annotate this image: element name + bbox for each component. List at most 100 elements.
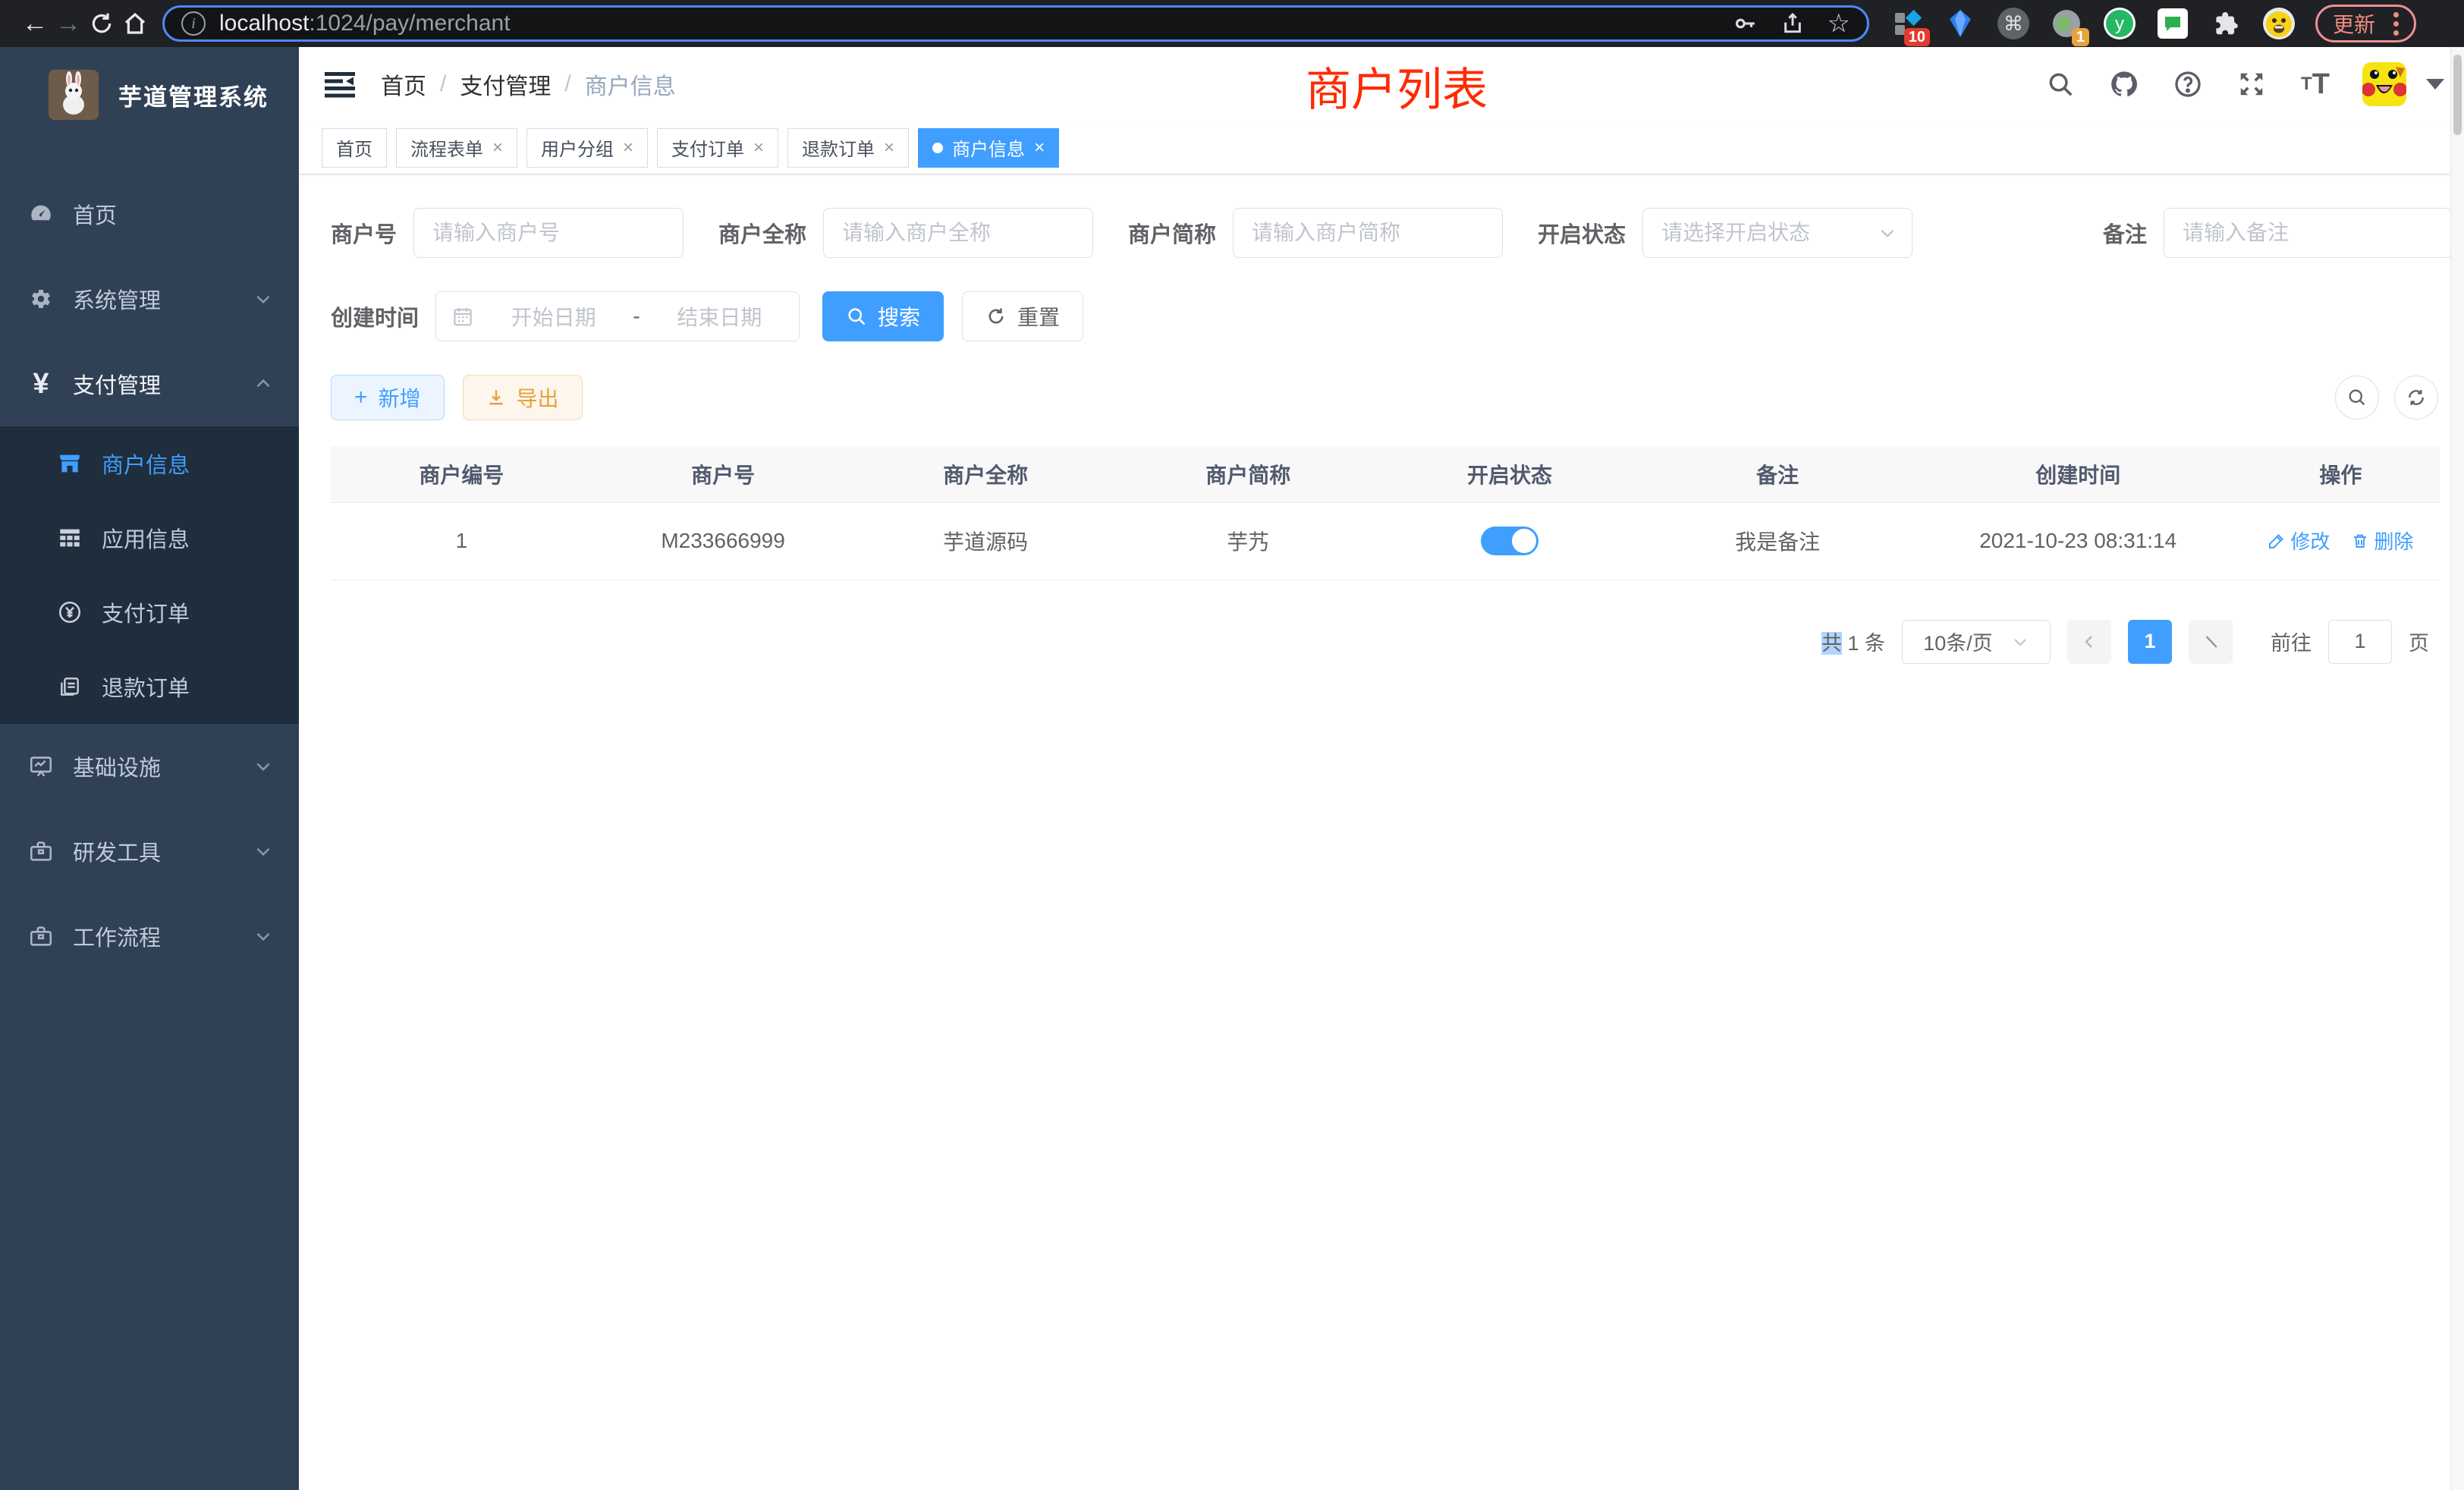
help-icon[interactable]	[2171, 68, 2205, 101]
gem-extension-icon[interactable]	[1944, 7, 1977, 40]
close-icon[interactable]: ×	[1034, 137, 1045, 159]
forward-icon[interactable]: →	[52, 7, 85, 40]
scrollbar-thumb[interactable]	[2453, 55, 2462, 135]
address-bar[interactable]: i localhost:1024/pay/merchant ☆	[162, 5, 1869, 42]
page-scrollbar[interactable]	[2450, 47, 2464, 1490]
tab-merchant-info[interactable]: 商户信息×	[918, 128, 1059, 168]
sidebar-menu: 首页 系统管理 ¥ 支付管理	[0, 143, 299, 979]
search-icon[interactable]	[2044, 68, 2077, 101]
github-icon[interactable]	[2107, 68, 2141, 101]
remark-input[interactable]	[2164, 208, 2452, 258]
page-1-button[interactable]: 1	[2128, 620, 2172, 664]
tags-view-bar: 首页 流程表单× 用户分组 × 支付订单× 退款订单× 商户信息×	[299, 121, 2464, 174]
sidebar-item-devtools[interactable]: 研发工具	[0, 809, 299, 894]
bookmark-star-icon[interactable]: ☆	[1828, 8, 1850, 39]
share-icon[interactable]	[1780, 11, 1805, 36]
status-select[interactable]	[1642, 208, 1912, 258]
extensions-puzzle-icon[interactable]	[2209, 7, 2242, 40]
table-header-row: 商户编号 商户号 商户全称 商户简称 开启状态 备注 创建时间 操作	[331, 446, 2440, 502]
pagination-total: 共 1 条	[1821, 627, 1885, 656]
create-time-range-input[interactable]: 开始日期 - 结束日期	[435, 291, 800, 341]
prev-page-button[interactable]	[2067, 620, 2111, 664]
tab-pay-order[interactable]: 支付订单×	[657, 128, 778, 168]
tab-process-form[interactable]: 流程表单×	[396, 128, 517, 168]
full-name-input[interactable]	[823, 208, 1093, 258]
sidebar-item-label: 支付订单	[102, 596, 190, 628]
cell-merchant-id: 1	[331, 502, 592, 580]
export-button[interactable]: 导出	[463, 375, 583, 420]
delete-link[interactable]: 删除	[2351, 527, 2413, 555]
sidebar-item-app-info[interactable]: 应用信息	[0, 501, 299, 575]
close-icon[interactable]: ×	[623, 137, 633, 159]
command-extension-icon[interactable]: ⌘	[1997, 7, 2030, 40]
pagination: 共 1 条 10条/页 1 前往 页	[331, 620, 2452, 664]
end-date-placeholder: 结束日期	[655, 301, 784, 332]
sidebar-item-infra[interactable]: 基础设施	[0, 724, 299, 809]
breadcrumb-current: 商户信息	[585, 68, 676, 101]
breadcrumb-home[interactable]: 首页	[381, 68, 426, 101]
shop-icon	[55, 451, 85, 476]
sidebar: 芋道管理系统 首页 系统管理	[0, 47, 299, 1490]
emoji-profile-icon[interactable]	[2262, 7, 2296, 40]
refresh-table-icon[interactable]	[2394, 376, 2438, 420]
fullscreen-icon[interactable]	[2235, 68, 2268, 101]
reload-icon[interactable]	[85, 7, 118, 40]
toggle-search-icon[interactable]	[2335, 376, 2379, 420]
merchant-no-input[interactable]	[413, 208, 684, 258]
status-toggle[interactable]	[1481, 527, 1538, 555]
collapse-sidebar-icon[interactable]	[319, 63, 361, 105]
add-button[interactable]: + 新增	[331, 375, 445, 420]
sidebar-item-label: 工作流程	[73, 920, 161, 952]
sidebar-item-pay-order[interactable]: 支付订单	[0, 575, 299, 649]
goto-page-input[interactable]	[2328, 620, 2392, 664]
page-unit-label: 页	[2409, 627, 2429, 656]
app-title: 芋道管理系统	[118, 78, 269, 112]
url-path: :1024/pay/merchant	[309, 11, 510, 36]
tab-user-group[interactable]: 用户分组 ×	[526, 128, 648, 168]
table-row: 1 M233666999 芋道源码 芋艿 我是备注 2021-10-23 08:…	[331, 502, 2440, 580]
sidebar-item-system[interactable]: 系统管理	[0, 256, 299, 341]
close-icon[interactable]: ×	[884, 137, 894, 159]
user-avatar-pikachu[interactable]	[2362, 62, 2406, 106]
extension-badge: 10	[1904, 28, 1930, 46]
active-dot-icon	[932, 143, 943, 153]
sidebar-item-home[interactable]: 首页	[0, 171, 299, 256]
reset-button[interactable]: 重置	[962, 291, 1083, 341]
edit-link[interactable]: 修改	[2268, 527, 2330, 555]
close-icon[interactable]: ×	[753, 137, 764, 159]
chat-extension-icon[interactable]	[2156, 7, 2189, 40]
avatar-caret-icon[interactable]	[2426, 79, 2444, 90]
tab-label: 用户分组	[541, 134, 614, 161]
next-page-button[interactable]	[2189, 620, 2233, 664]
yen-icon: ¥	[26, 368, 56, 401]
password-key-icon[interactable]	[1732, 11, 1758, 36]
breadcrumb-pay[interactable]: 支付管理	[460, 68, 551, 101]
browser-update-button[interactable]: 更新	[2315, 5, 2416, 42]
page-size-select[interactable]: 10条/页	[1902, 620, 2051, 664]
toolbox-icon	[26, 838, 56, 864]
font-size-icon[interactable]: TT	[2299, 68, 2332, 101]
close-icon[interactable]: ×	[492, 137, 503, 159]
goto-label: 前往	[2271, 627, 2312, 656]
short-name-input[interactable]	[1233, 208, 1503, 258]
tab-refund-order[interactable]: 退款订单×	[787, 128, 909, 168]
sidebar-item-merchant-info[interactable]: 商户信息	[0, 426, 299, 501]
cell-remark: 我是备注	[1640, 502, 1914, 580]
y-extension-icon[interactable]: y	[2103, 7, 2136, 40]
home-icon[interactable]	[118, 7, 152, 40]
sidebar-item-label: 系统管理	[73, 283, 161, 315]
browser-menu-icon[interactable]	[2393, 12, 2399, 36]
profile-extension-icon[interactable]: 1	[2050, 7, 2083, 40]
site-info-icon[interactable]: i	[181, 11, 206, 36]
tab-home[interactable]: 首页	[322, 128, 387, 168]
sidebar-item-workflow[interactable]: 工作流程	[0, 894, 299, 979]
back-icon[interactable]: ←	[18, 7, 52, 40]
gear-icon	[26, 286, 56, 312]
sidebar-item-pay[interactable]: ¥ 支付管理	[0, 341, 299, 426]
search-button[interactable]: 搜索	[822, 291, 944, 341]
reset-button-label: 重置	[1017, 301, 1060, 332]
calendar-icon	[451, 305, 474, 328]
sidepanel-extension-icon[interactable]: 10	[1890, 7, 1924, 40]
sidebar-item-refund-order[interactable]: 退款订单	[0, 649, 299, 724]
col-merchant-id: 商户编号	[331, 446, 592, 502]
